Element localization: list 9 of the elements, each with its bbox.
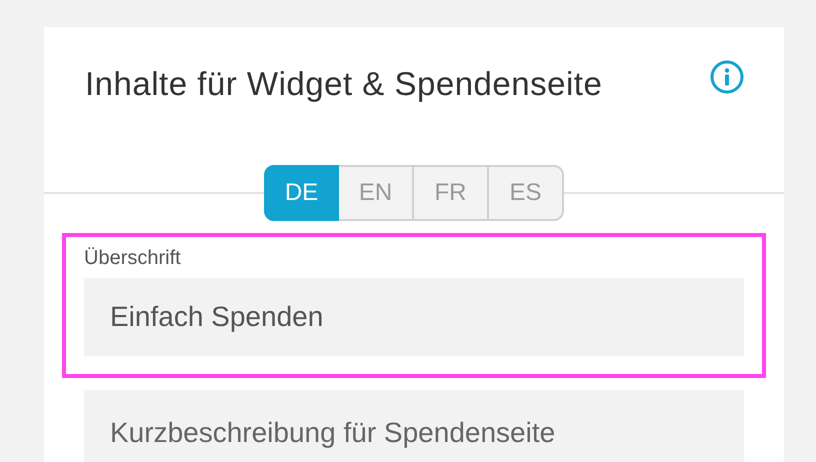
card-title: Inhalte für Widget & Spendenseite — [85, 65, 602, 103]
input-field[interactable]: Einfach Spenden — [84, 278, 744, 356]
language-tab[interactable]: DE — [264, 165, 339, 221]
language-tab[interactable]: EN — [339, 165, 414, 221]
language-tab[interactable]: FR — [414, 165, 489, 221]
language-tab[interactable]: ES — [489, 165, 564, 221]
input-field[interactable]: Kurzbeschreibung für Spendenseite — [84, 390, 744, 462]
info-icon[interactable] — [710, 60, 744, 94]
field-label: Überschrift — [84, 247, 182, 270]
